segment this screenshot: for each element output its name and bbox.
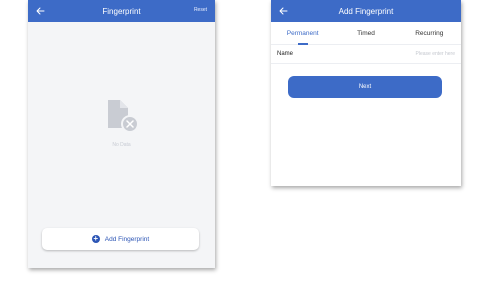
tab-label: Permanent [286,29,319,37]
name-input[interactable]: Please enter here [416,51,455,57]
page-title: Add Fingerprint [338,6,394,16]
tab-label: Recurring [415,29,444,37]
add-fingerprint-screen: Add Fingerprint Permanent Timed Recurrin… [271,0,461,186]
reset-button[interactable]: Reset [194,7,207,13]
plus-circle-icon: + [91,234,100,243]
tab-recurring[interactable]: Recurring [398,30,461,37]
next-button[interactable]: Next [288,76,442,98]
name-label: Name [277,51,294,57]
empty-file-icon [107,100,139,133]
page-title: Fingerprint [102,6,141,16]
add-fingerprint-label: Add Fingerprint [104,235,150,243]
name-field-row[interactable]: Name Please enter here [271,45,461,64]
fingerprint-screen: Fingerprint Reset No Data + Add Fingerpr… [28,0,215,268]
tab-permanent[interactable]: Permanent [271,29,334,45]
tab-bar: Permanent Timed Recurring [271,22,461,45]
header-bar: Add Fingerprint [271,0,461,22]
header-bar: Fingerprint Reset [28,0,215,22]
empty-label: No Data [112,142,131,148]
back-arrow-icon[interactable] [278,4,290,18]
active-tab-indicator [297,43,308,45]
tab-label: Timed [357,29,375,37]
back-arrow-icon[interactable] [35,4,47,18]
tab-timed[interactable]: Timed [334,30,397,37]
add-fingerprint-button[interactable]: + Add Fingerprint [42,228,199,250]
empty-state: No Data [28,96,215,148]
